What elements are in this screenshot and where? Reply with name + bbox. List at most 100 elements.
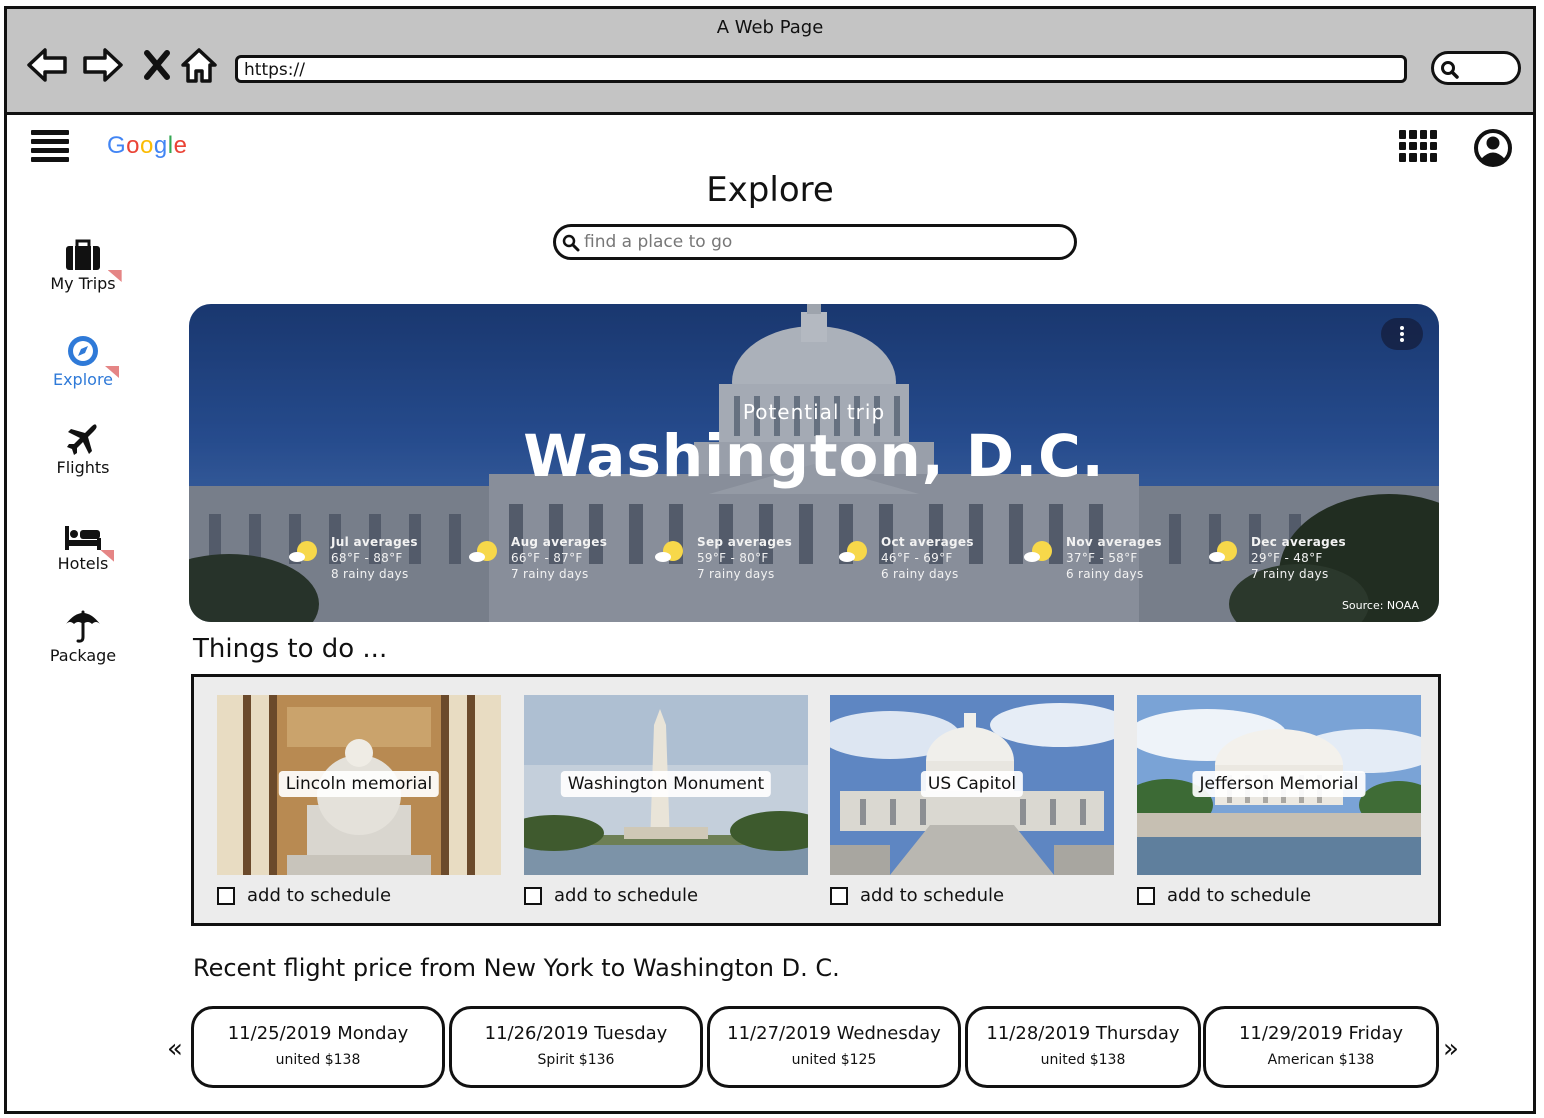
- close-icon[interactable]: [135, 43, 179, 87]
- flight-price: united $125: [791, 1052, 877, 1068]
- umbrella-icon: [27, 608, 139, 644]
- flight-price-card[interactable]: 11/25/2019 Monday united $138: [191, 1006, 445, 1088]
- sidebar-item-label: Explore: [52, 370, 114, 389]
- month-title: Jul averages: [331, 535, 418, 549]
- suitcase-icon: [27, 236, 139, 272]
- browser-window: A Web Page https:// Google Explore find …: [4, 6, 1536, 1114]
- menu-icon[interactable]: [31, 130, 69, 162]
- attraction-name: Lincoln memorial: [278, 771, 440, 797]
- checkbox[interactable]: [524, 886, 542, 905]
- month-title: Sep averages: [697, 535, 793, 549]
- sidebar-item-package[interactable]: Package: [27, 608, 139, 665]
- sun-cloud-icon: [839, 541, 867, 562]
- flight-price: united $138: [1040, 1052, 1126, 1068]
- forward-icon[interactable]: [81, 43, 125, 87]
- rainy-days: 7 rainy days: [1251, 567, 1329, 581]
- things-to-do-panel: Lincoln memorial add to schedule Washing…: [191, 674, 1441, 926]
- next-arrow-icon[interactable]: »: [1443, 1034, 1459, 1064]
- flight-price-card[interactable]: 11/27/2019 Wednesday united $125: [707, 1006, 961, 1088]
- month-average-sep: Sep averages 59°F - 80°F 7 rainy days: [655, 534, 825, 582]
- sidebar-item-my-trips[interactable]: My Trips: [27, 236, 139, 293]
- attraction-card: Jefferson Memorial add to schedule: [1137, 695, 1421, 906]
- temp-range: 59°F - 80°F: [697, 551, 769, 565]
- attraction-photo[interactable]: Jefferson Memorial: [1137, 695, 1421, 875]
- flight-date: 11/25/2019 Monday: [227, 1023, 409, 1044]
- attraction-name: US Capitol: [920, 771, 1024, 797]
- flight-price-card[interactable]: 11/28/2019 Thursday united $138: [965, 1006, 1201, 1088]
- sidebar-item-hotels[interactable]: Hotels: [27, 516, 139, 573]
- checkbox-label: add to schedule: [554, 885, 699, 906]
- rainy-days: 6 rainy days: [1066, 567, 1144, 581]
- month-title: Aug averages: [511, 535, 608, 549]
- month-average-dec: Dec averages 29°F - 48°F 7 rainy days: [1209, 534, 1379, 582]
- rainy-days: 7 rainy days: [697, 567, 775, 581]
- flight-date: 11/28/2019 Thursday: [986, 1023, 1180, 1044]
- attraction-card: US Capitol add to schedule: [830, 695, 1114, 906]
- checkbox-label: add to schedule: [247, 885, 392, 906]
- apps-grid-icon[interactable]: [1399, 130, 1437, 162]
- flight-price: American $138: [1267, 1052, 1375, 1068]
- rainy-days: 6 rainy days: [881, 567, 959, 581]
- data-source-note: Source: NOAA: [1341, 599, 1419, 612]
- add-to-schedule-checkbox[interactable]: add to schedule: [1137, 885, 1311, 906]
- place-search-field[interactable]: [553, 224, 1077, 260]
- attraction-card: Washington Monument add to schedule: [524, 695, 808, 906]
- flight-date: 11/27/2019 Wednesday: [727, 1023, 941, 1044]
- add-to-schedule-checkbox[interactable]: add to schedule: [524, 885, 698, 906]
- checkbox[interactable]: [1137, 886, 1155, 905]
- place-search-input[interactable]: [584, 229, 1064, 255]
- checkbox[interactable]: [830, 886, 848, 905]
- flight-date: 11/29/2019 Friday: [1238, 1023, 1404, 1044]
- sun-cloud-icon: [289, 541, 317, 562]
- back-icon[interactable]: [25, 43, 69, 87]
- month-title: Dec averages: [1251, 535, 1346, 549]
- sun-cloud-icon: [1209, 541, 1237, 562]
- sidebar-item-label: My Trips: [50, 274, 116, 293]
- month-average-jul: Jul averages 68°F - 88°F 8 rainy days: [289, 534, 459, 582]
- more-options-icon[interactable]: [1381, 318, 1423, 350]
- hero-kicker: Potential trip: [742, 400, 886, 424]
- sidebar-item-flights[interactable]: Flights: [27, 420, 139, 477]
- month-average-aug: Aug averages 66°F - 87°F 7 rainy days: [469, 534, 639, 582]
- prev-arrow-icon[interactable]: «: [167, 1034, 183, 1064]
- google-logo[interactable]: Google: [107, 132, 187, 160]
- rainy-days: 8 rainy days: [331, 567, 409, 581]
- temp-range: 66°F - 87°F: [511, 551, 583, 565]
- attraction-photo[interactable]: US Capitol: [830, 695, 1114, 875]
- attraction-card: Lincoln memorial add to schedule: [217, 695, 501, 906]
- temp-range: 68°F - 88°F: [331, 551, 403, 565]
- sidebar-item-explore[interactable]: Explore: [27, 332, 139, 389]
- attraction-name: Washington Monument: [560, 771, 772, 797]
- temp-range: 29°F - 48°F: [1251, 551, 1323, 565]
- home-icon[interactable]: [177, 43, 221, 87]
- browser-search-field[interactable]: [1431, 51, 1521, 85]
- flight-price: Spirit $136: [537, 1052, 615, 1068]
- flight-price: united $138: [275, 1052, 361, 1068]
- url-bar[interactable]: https://: [235, 55, 1407, 83]
- attraction-name: Jefferson Memorial: [1192, 771, 1366, 797]
- temp-range: 37°F - 58°F: [1066, 551, 1138, 565]
- flight-price-card[interactable]: 11/26/2019 Tuesday Spirit $136: [449, 1006, 703, 1088]
- account-icon[interactable]: [1473, 128, 1513, 168]
- flight-prices-heading: Recent flight price from New York to Was…: [193, 954, 840, 982]
- attraction-photo[interactable]: Washington Monument: [524, 695, 808, 875]
- sidebar-item-label: Package: [49, 646, 117, 665]
- month-average-nov: Nov averages 37°F - 58°F 6 rainy days: [1024, 534, 1194, 582]
- month-average-oct: Oct averages 46°F - 69°F 6 rainy days: [839, 534, 1009, 582]
- page-content: Google Explore My Trips Explore: [7, 118, 1533, 1111]
- sun-cloud-icon: [469, 541, 497, 562]
- sun-cloud-icon: [1024, 541, 1052, 562]
- flight-price-card[interactable]: 11/29/2019 Friday American $138: [1203, 1006, 1439, 1088]
- browser-toolbar: A Web Page https://: [7, 9, 1533, 115]
- add-to-schedule-checkbox[interactable]: add to schedule: [217, 885, 391, 906]
- sun-cloud-icon: [655, 541, 683, 562]
- checkbox-label: add to schedule: [1167, 885, 1312, 906]
- page-title: Explore: [706, 170, 834, 210]
- month-title: Oct averages: [881, 535, 974, 549]
- attraction-photo[interactable]: Lincoln memorial: [217, 695, 501, 875]
- bed-icon: [27, 516, 139, 552]
- add-to-schedule-checkbox[interactable]: add to schedule: [830, 885, 1004, 906]
- things-to-do-heading: Things to do ...: [193, 634, 388, 664]
- sidebar-item-label: Hotels: [57, 554, 109, 573]
- checkbox[interactable]: [217, 886, 235, 905]
